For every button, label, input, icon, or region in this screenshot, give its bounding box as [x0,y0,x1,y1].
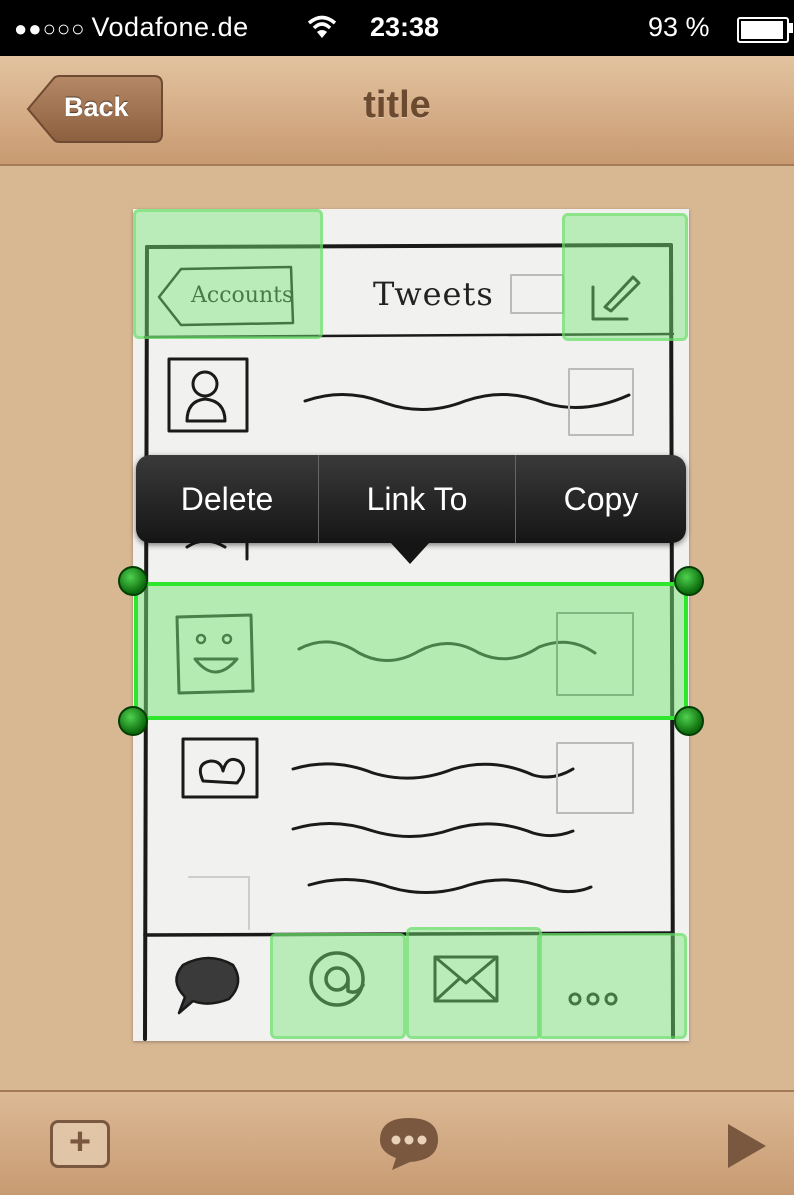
resize-handle-top-right[interactable] [674,566,704,596]
bottom-toolbar: + [0,1090,794,1195]
play-icon[interactable] [728,1124,766,1168]
battery-nub [789,23,793,33]
carrier: ●●○○○ Vodafone.de [14,12,249,43]
sketch-title: Tweets [373,275,494,313]
hotspot-compose[interactable] [562,213,688,341]
menu-item-link-to[interactable]: Link To [319,455,515,543]
status-bar: ●●○○○ Vodafone.de 23:38 93 % [0,0,794,56]
signal-strength: ●●○○○ [14,16,86,41]
page-title: title [363,84,431,126]
hotspot-more-tab[interactable] [537,933,687,1039]
menu-item-delete[interactable]: Delete [136,455,318,543]
resize-handle-bottom-left[interactable] [118,706,148,736]
clock: 23:38 [370,12,440,42]
battery-percentage: 93 % [648,12,710,42]
resize-handle-bottom-right[interactable] [674,706,704,736]
resize-handle-top-left[interactable] [118,566,148,596]
comment-icon[interactable] [376,1114,442,1177]
navigation-bar: Back title [0,56,794,166]
carrier-name: Vodafone.de [91,12,249,42]
battery-icon [737,17,789,43]
hotspot-at-tab[interactable] [270,933,406,1039]
hotspot-mail-tab[interactable] [406,927,542,1039]
add-icon[interactable]: + [50,1120,110,1168]
menu-item-copy[interactable]: Copy [516,455,686,543]
context-menu: Delete Link To Copy [136,455,686,543]
hotspot-accounts[interactable] [133,209,323,339]
context-menu-arrow [390,542,430,564]
wifi-icon [307,14,337,47]
selected-hotspot[interactable] [134,582,688,720]
